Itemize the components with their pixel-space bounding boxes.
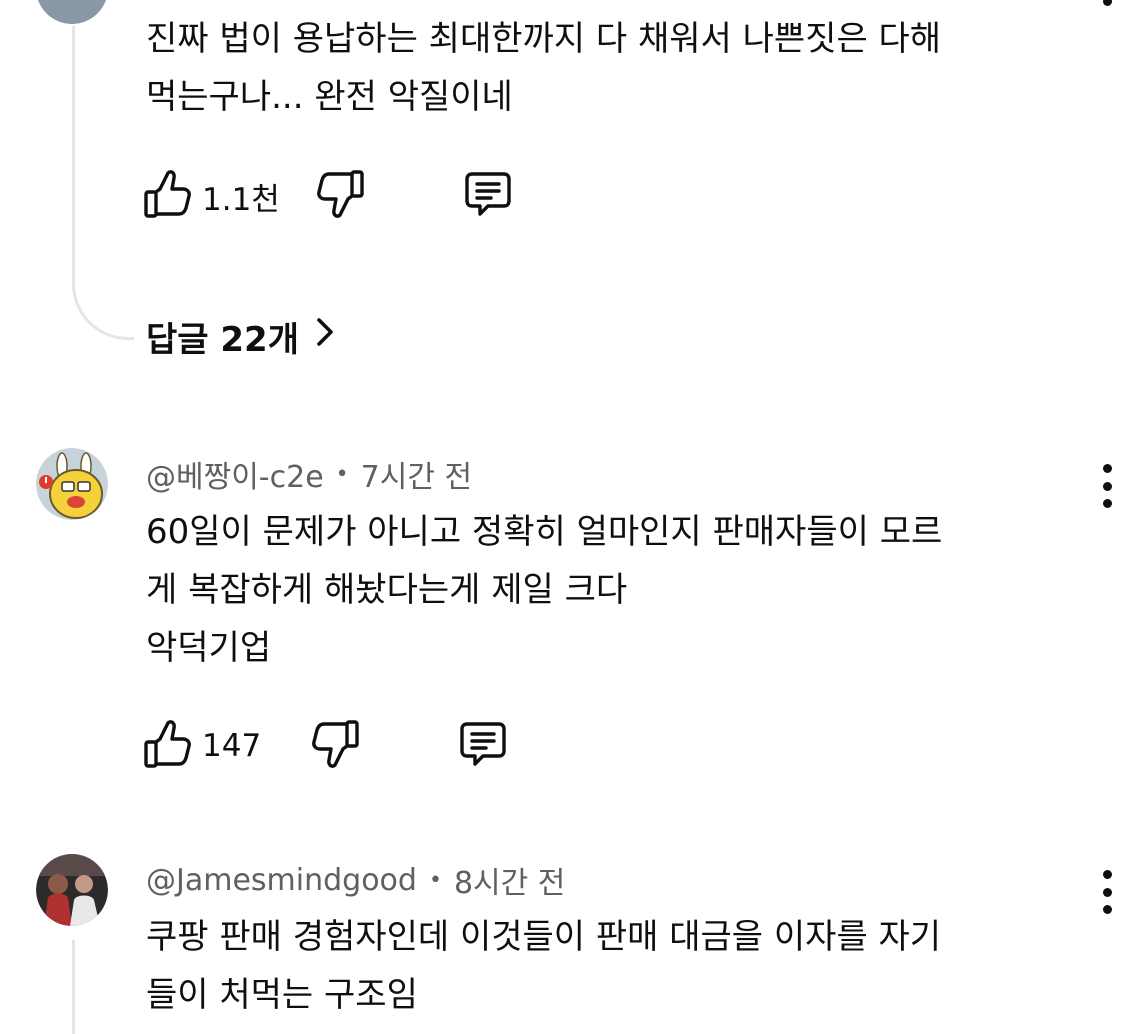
avatar[interactable] — [36, 854, 108, 926]
timestamp: 7시간 전 — [360, 460, 473, 495]
reply-button[interactable] — [457, 718, 509, 774]
thumbs-up-icon[interactable] — [142, 168, 192, 224]
more-vertical-icon — [1102, 464, 1112, 473]
comment-line: 먹는구나... 완전 악질이네 — [146, 77, 513, 117]
avatar[interactable] — [36, 0, 108, 24]
reply-button[interactable] — [462, 168, 514, 224]
comment-line: 60일이 문제가 아니고 정확히 얼마인지 판매자들이 모르 — [146, 512, 943, 552]
comment-meta: @Jamesmindgood • 8시간 전 — [146, 858, 565, 902]
thumbs-up-icon[interactable] — [142, 718, 192, 774]
author-name[interactable]: @베짱이-c2e — [146, 452, 324, 496]
comment-meta: @베짱이-c2e • 7시간 전 — [146, 452, 472, 496]
comment-line: 악덕기업 — [146, 628, 272, 668]
view-replies-button[interactable]: 답글 22개 — [146, 312, 337, 361]
like-count: 147 — [202, 728, 262, 764]
avatar[interactable] — [36, 448, 108, 520]
comment-actions: 1.1천 — [142, 166, 514, 226]
replies-label: 답글 22개 — [146, 320, 299, 360]
comment-line: 진짜 법이 용납하는 최대한까지 다 채워서 나쁜짓은 다해 — [146, 19, 942, 59]
thread-line — [72, 940, 75, 1034]
separator-dot: • — [428, 867, 442, 893]
comment-actions: 147 — [142, 716, 509, 776]
comment-text: 쿠팡 판매 경험자인데 이것들이 판매 대금을 이자를 자기 들이 처먹는 구조… — [146, 908, 1076, 1024]
thread-line-curve — [72, 258, 134, 340]
chevron-right-icon — [313, 314, 337, 359]
comment-text: 진짜 법이 용납하는 최대한까지 다 채워서 나쁜짓은 다해 먹는구나... 완… — [146, 10, 1076, 126]
comment-text: 60일이 문제가 아니고 정확히 얼마인지 판매자들이 모르 게 복잡하게 해놨… — [146, 503, 1076, 677]
timestamp: 8시간 전 — [453, 866, 566, 901]
comment-icon — [465, 172, 511, 216]
thread-line — [72, 26, 75, 260]
thumbs-down-icon[interactable] — [311, 718, 361, 774]
comment-line: 게 복잡하게 해놨다는게 제일 크다 — [146, 570, 628, 610]
author-name[interactable]: @Jamesmindgood — [146, 863, 417, 898]
separator-dot: • — [335, 461, 349, 487]
more-options-button[interactable] — [1098, 464, 1116, 508]
thumbs-down-icon[interactable] — [316, 168, 366, 224]
comment-icon — [460, 722, 506, 766]
comment-line: 쿠팡 판매 경험자인데 이것들이 판매 대금을 이자를 자기 — [146, 917, 942, 957]
comment-line: 들이 처먹는 구조임 — [146, 975, 418, 1015]
like-count: 1.1천 — [202, 181, 280, 218]
more-options-button[interactable] — [1098, 0, 1116, 6]
more-options-button[interactable] — [1098, 870, 1116, 914]
more-vertical-icon — [1102, 870, 1112, 879]
